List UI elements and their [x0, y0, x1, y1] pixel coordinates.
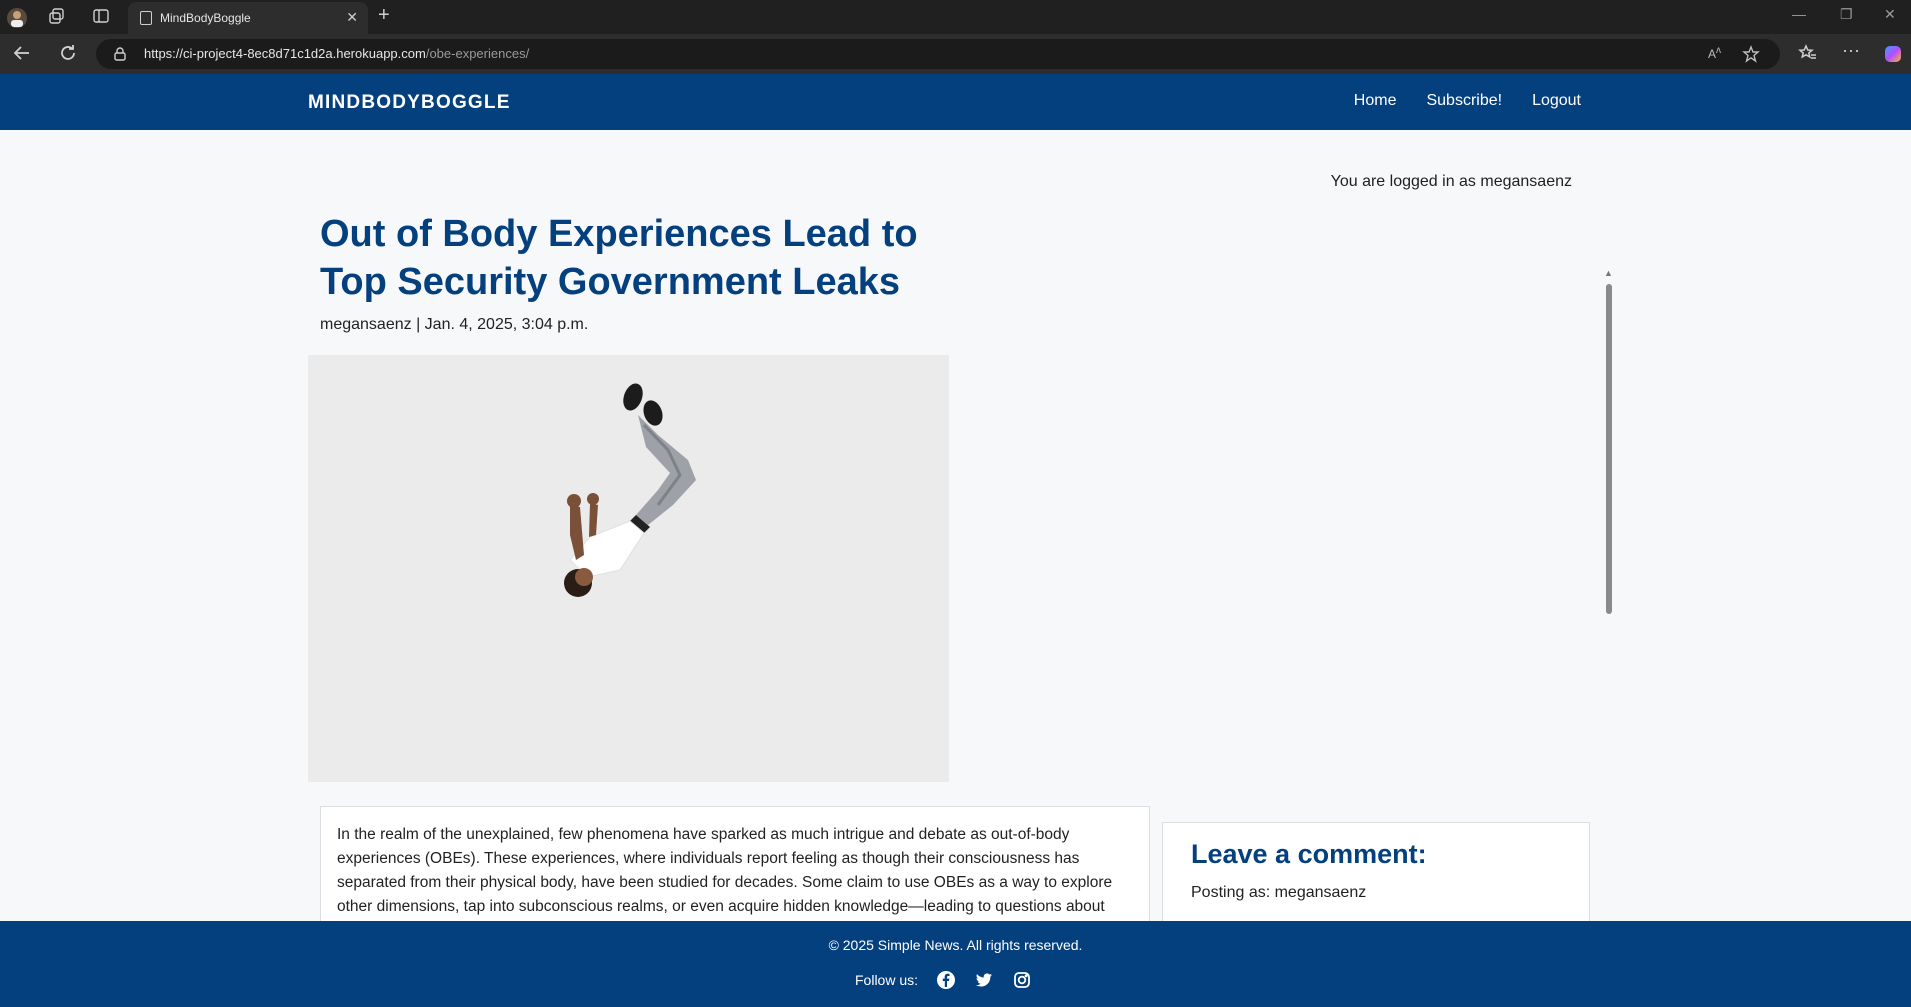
refresh-icon[interactable] [58, 43, 80, 65]
close-icon[interactable]: ✕ [346, 10, 358, 24]
favorites-icon[interactable] [1798, 43, 1820, 65]
post-body: In the realm of the unexplained, few phe… [320, 806, 1150, 921]
plus-icon[interactable]: + [378, 5, 390, 25]
site-header: MINDBODYBOGGLE Home Subscribe! Logout [0, 74, 1911, 130]
tab-title: MindBodyBoggle [160, 11, 251, 25]
url-host: https://ci-project4-8ec8d71c1d2a.herokua… [144, 46, 426, 61]
url-path: /obe-experiences/ [425, 46, 530, 61]
favorite-star-icon[interactable] [1742, 45, 1760, 63]
comment-heading: Leave a comment: [1191, 839, 1427, 869]
footer-copyright: © 2025 Simple News. All rights reserved. [828, 937, 1083, 953]
instagram-icon[interactable] [1012, 970, 1032, 990]
post-hero-image [308, 355, 949, 782]
post-title: Out of Body Experiences Lead to Top Secu… [320, 213, 918, 303]
close-window-icon[interactable]: ✕ [1884, 6, 1896, 23]
scrollbar-thumb[interactable] [1606, 284, 1612, 614]
minimize-icon[interactable]: — [1792, 6, 1806, 22]
workspaces-icon[interactable] [48, 7, 68, 27]
scroll-up-icon[interactable]: ▲ [1604, 268, 1613, 278]
browser-toolbar: https://ci-project4-8ec8d71c1d2a.herokua… [0, 34, 1911, 74]
browser-tab[interactable]: MindBodyBoggle ✕ [128, 2, 368, 34]
restore-icon[interactable]: ❐ [1840, 6, 1853, 23]
nav-subscribe[interactable]: Subscribe! [1426, 92, 1502, 110]
read-aloud-icon[interactable]: Aʌ [1708, 45, 1726, 63]
post-meta: megansaenz | Jan. 4, 2025, 3:04 p.m. [320, 316, 589, 333]
login-status: You are logged in as megansaenz [1330, 173, 1572, 190]
more-icon[interactable]: ··· [1842, 40, 1864, 62]
facebook-icon[interactable] [936, 970, 956, 990]
address-bar[interactable]: https://ci-project4-8ec8d71c1d2a.herokua… [96, 39, 1780, 69]
browser-tab-strip: MindBodyBoggle ✕ + — ❐ ✕ [0, 0, 1911, 34]
follow-label: Follow us: [855, 972, 919, 988]
comment-panel: Leave a comment: Posting as: megansaenz [1162, 822, 1590, 921]
nav-home[interactable]: Home [1354, 92, 1397, 110]
page-scrollbar[interactable]: ▲ ▼ [1603, 268, 1615, 921]
posting-as-text: Posting as: megansaenz [1191, 884, 1367, 901]
nav-logout[interactable]: Logout [1532, 92, 1581, 110]
twitter-icon[interactable] [974, 970, 994, 990]
page-content: You are logged in as megansaenz Out of B… [0, 130, 1911, 921]
page-icon [140, 11, 152, 25]
social-links: Follow us: [855, 970, 1032, 990]
post-body-text: In the realm of the unexplained, few phe… [337, 826, 1113, 915]
tab-actions-icon[interactable] [92, 7, 112, 27]
url-text: https://ci-project4-8ec8d71c1d2a.herokua… [144, 46, 529, 61]
site-footer: © 2025 Simple News. All rights reserved.… [0, 921, 1911, 1007]
falling-man-illustration [564, 383, 696, 597]
lock-icon[interactable] [114, 47, 126, 61]
profile-avatar-icon[interactable] [6, 7, 28, 29]
site-brand[interactable]: MINDBODYBOGGLE [308, 92, 511, 114]
back-icon[interactable] [12, 43, 34, 65]
copilot-icon[interactable] [1882, 43, 1904, 65]
site-nav: Home Subscribe! Logout [1354, 92, 1581, 110]
